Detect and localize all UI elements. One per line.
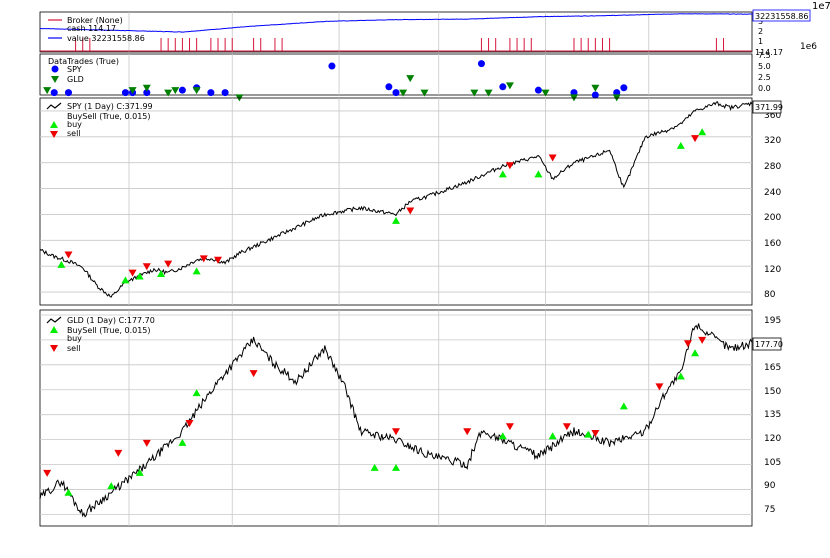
trades-ytick: 7.5 [758, 51, 771, 60]
gld-legend-title: GLD (1 Day) C:177.70 [67, 316, 155, 325]
gld-legend-sell: sell [67, 344, 81, 353]
broker-legend-value: value 32231558.86 [67, 34, 145, 43]
broker-legend-cash: cash 114.17 [67, 24, 116, 33]
spy-trade-marker [392, 89, 400, 97]
spy-legend-title: SPY (1 Day) C:371.99 [67, 102, 153, 111]
gld-ytick: 75 [764, 505, 775, 515]
gld-last-label: 177.70 [755, 340, 783, 349]
broker-ytick: 1 [758, 37, 763, 46]
trades-ytick: 0.0 [758, 84, 771, 93]
gld-ytick: 150 [764, 387, 781, 397]
gld-ytick: 135 [764, 410, 781, 420]
spy-trade-marker [385, 83, 393, 91]
gld-ytick: 90 [764, 481, 776, 491]
spy-legend-buy: buy [67, 120, 82, 129]
spy-trade-marker [121, 89, 129, 97]
trades-ytick: 5.0 [758, 62, 771, 71]
trades-exponent-label: 1e6 [800, 42, 817, 52]
spy-ytick: 200 [764, 213, 781, 223]
spy-last-label: 371.99 [755, 103, 783, 112]
spy-trade-marker [221, 89, 229, 97]
gld-ytick: 120 [764, 434, 781, 444]
gld-ytick: 165 [764, 363, 781, 373]
spy-trade-marker [591, 91, 599, 99]
broker-value-label: 32231558.86 [755, 12, 808, 21]
spy-trade-marker [178, 86, 186, 94]
spy-trade-marker [64, 89, 72, 97]
spy-legend-sell: sell [67, 129, 81, 138]
spy-ytick: 80 [764, 290, 776, 300]
trades-ytick: 2.5 [758, 73, 771, 82]
spy-ytick: 280 [764, 162, 781, 172]
spy-ytick: 320 [764, 136, 781, 146]
backtest-chart: 1e7 1e6 Broker (None) cash 114.17 value … [0, 0, 830, 554]
spy-trade-marker [499, 83, 507, 91]
spy-ytick: 160 [764, 239, 781, 249]
spy-trade-marker [207, 89, 215, 97]
spy-trade-marker [620, 84, 628, 92]
spy-ytick: 240 [764, 188, 781, 198]
gld-legend-buy: buy [67, 334, 82, 343]
broker-ytick: 2 [758, 27, 763, 36]
gld-ytick: 105 [764, 458, 781, 468]
spy-trade-marker [50, 89, 58, 97]
spy-ytick: 120 [764, 265, 781, 275]
gld-ytick: 195 [764, 316, 781, 326]
trades-legend-title: DataTrades (True) [48, 57, 119, 66]
trades-legend-spy: SPY [67, 65, 82, 74]
spy-trade-marker [328, 62, 336, 70]
spy-trade-marker [534, 86, 542, 94]
trades-legend-gld: GLD [67, 75, 84, 84]
spy-trade-marker [477, 60, 485, 68]
broker-exponent-label: 1e7 [812, 1, 830, 12]
